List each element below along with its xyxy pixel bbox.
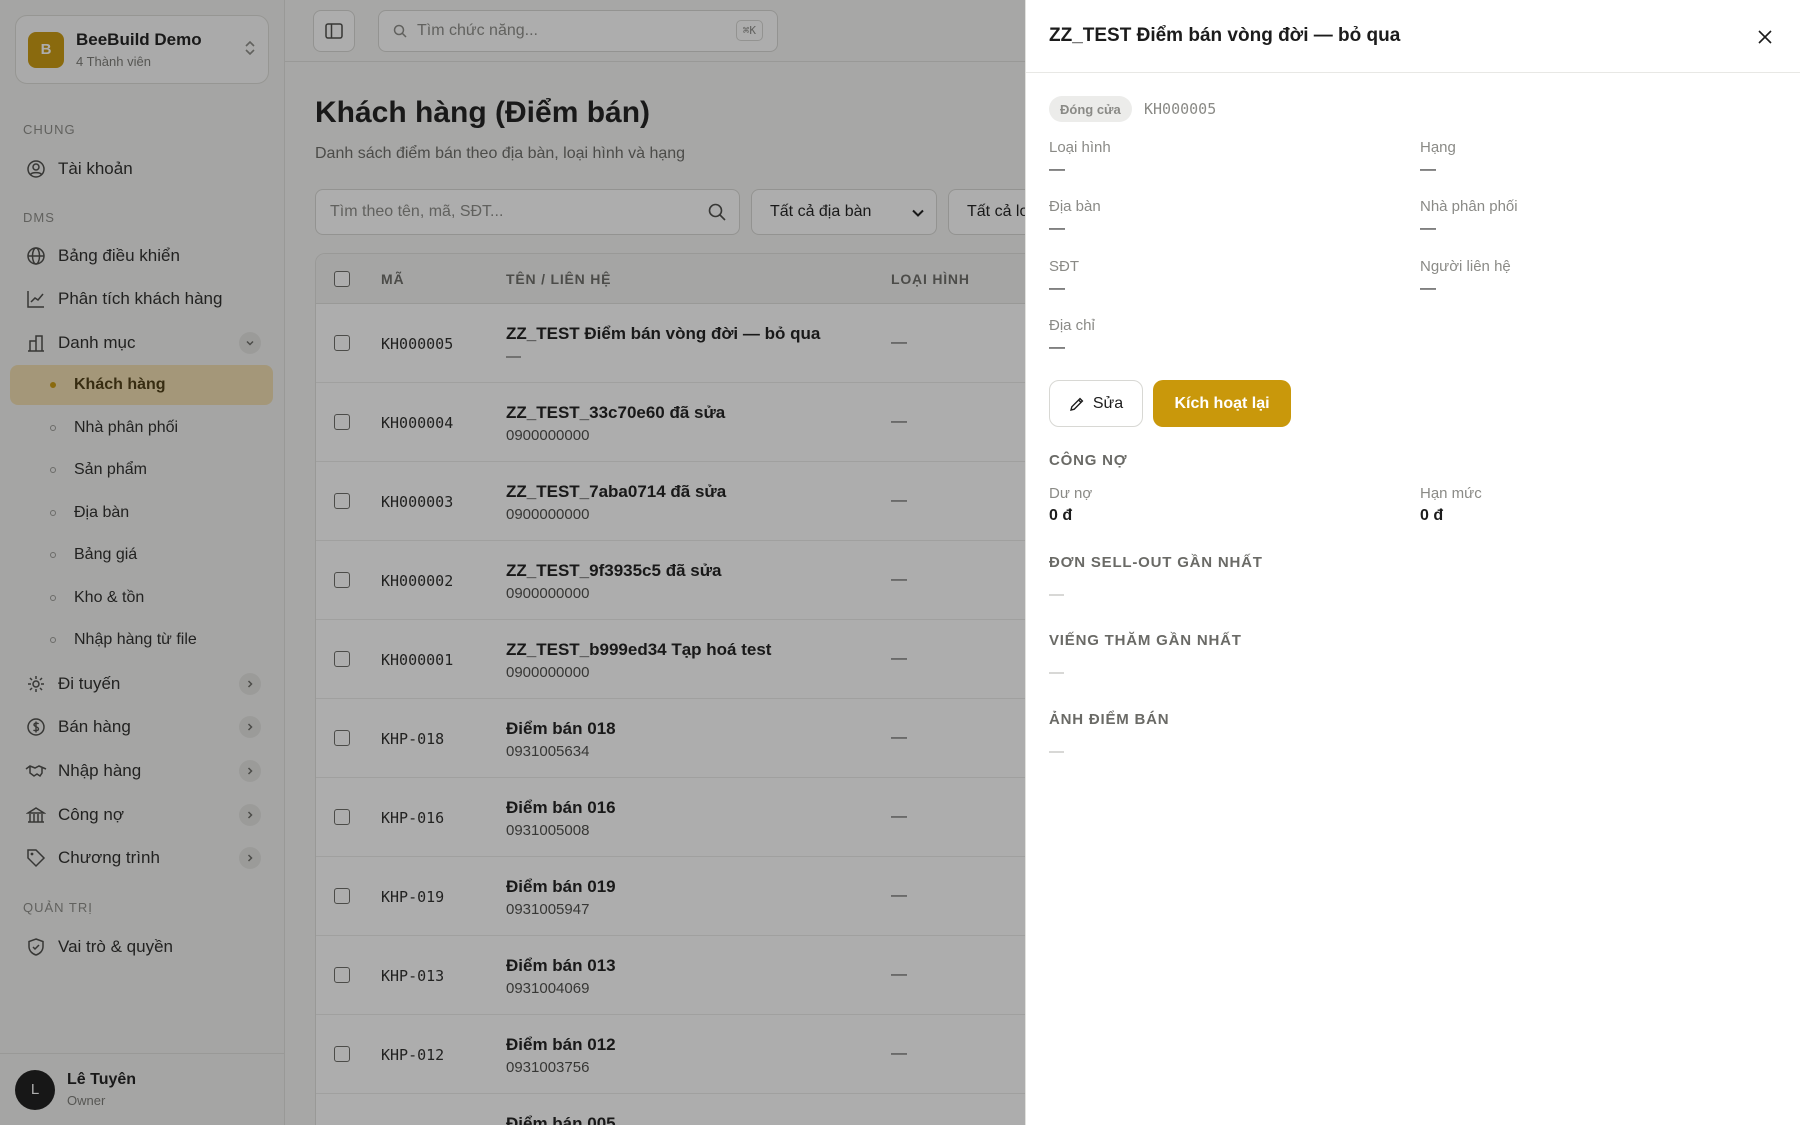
field-value-credit-limit: 0 đ [1420, 507, 1444, 524]
field-value-phone: — [1049, 280, 1065, 297]
edit-button-label: Sửa [1092, 394, 1124, 412]
close-icon [1758, 30, 1772, 44]
section-heading-photos: ẢNH ĐIỂM BÁN [1049, 711, 1170, 728]
sellout-empty: — [1049, 586, 1064, 603]
status-badge: Đóng cửa [1049, 96, 1132, 122]
drawer-title: ZZ_TEST Điểm bán vòng đời — bỏ qua [1049, 25, 1401, 46]
field-label-type: Loại hình [1049, 139, 1111, 156]
reactivate-button[interactable]: Kích hoạt lại [1153, 380, 1291, 427]
field-value-distributor: — [1420, 220, 1436, 237]
section-heading-sellout: ĐƠN SELL-OUT GẦN NHẤT [1049, 554, 1263, 571]
field-value-contact: — [1420, 280, 1436, 297]
customer-detail-drawer: ZZ_TEST Điểm bán vòng đời — bỏ qua Đóng … [1025, 0, 1800, 1125]
section-heading-debt: CÔNG NỢ [1049, 452, 1128, 469]
field-value-balance: 0 đ [1049, 507, 1073, 524]
field-value-address: — [1049, 339, 1065, 356]
field-value-area: — [1049, 220, 1065, 237]
customer-code: KH000005 [1144, 100, 1217, 118]
visit-empty: — [1049, 664, 1064, 681]
close-button[interactable] [1752, 24, 1778, 50]
field-label-area: Địa bàn [1049, 198, 1101, 215]
field-value-type: — [1049, 161, 1065, 178]
modal-backdrop[interactable] [0, 0, 1025, 1125]
pencil-icon [1069, 397, 1084, 411]
photos-empty: — [1049, 743, 1064, 760]
field-label-phone: SĐT [1049, 258, 1079, 275]
field-label-address: Địa chỉ [1049, 317, 1095, 334]
field-label-rank: Hạng [1420, 139, 1456, 156]
drawer-header: ZZ_TEST Điểm bán vòng đời — bỏ qua [1026, 0, 1800, 73]
section-heading-visit: VIẾNG THĂM GẦN NHẤT [1049, 632, 1242, 649]
edit-button[interactable]: Sửa [1049, 380, 1143, 427]
field-label-distributor: Nhà phân phối [1420, 198, 1518, 215]
field-label-credit-limit: Hạn mức [1420, 485, 1482, 502]
field-label-balance: Dư nợ [1049, 485, 1093, 502]
field-label-contact: Người liên hệ [1420, 258, 1511, 275]
field-value-rank: — [1420, 161, 1436, 178]
